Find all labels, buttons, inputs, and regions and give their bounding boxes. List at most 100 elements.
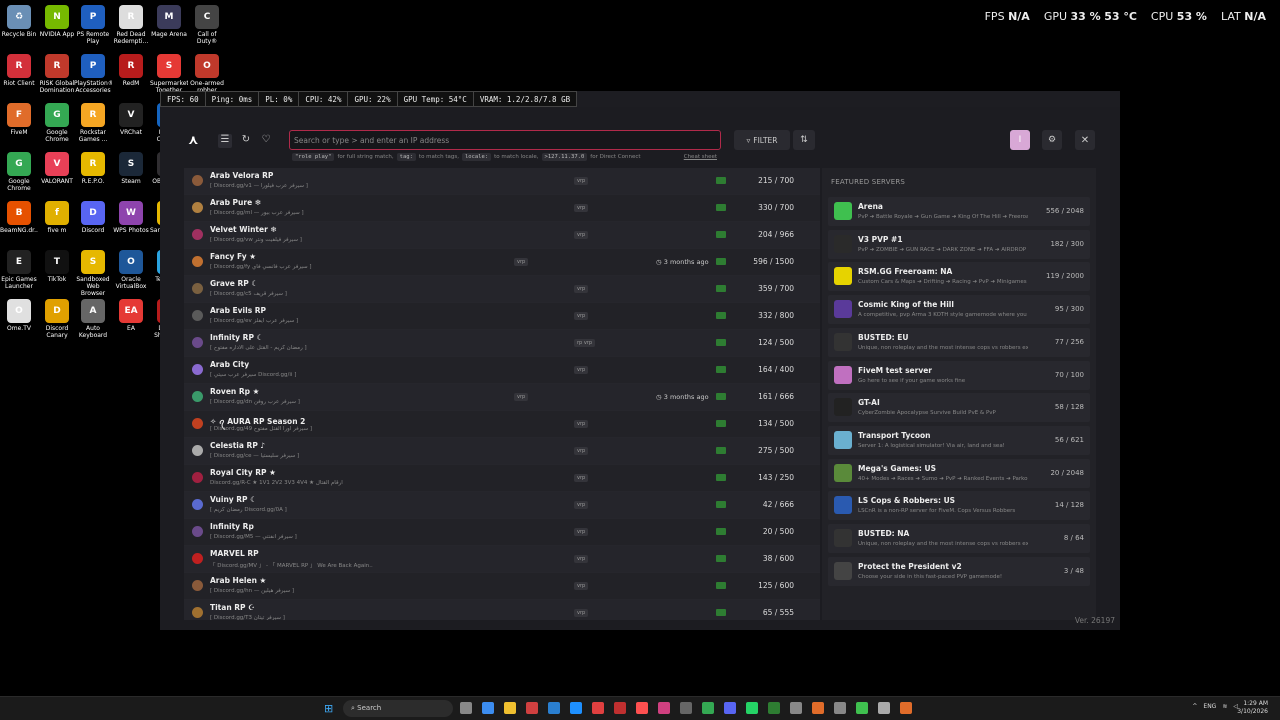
taskbar-app-icon[interactable] [878, 702, 890, 714]
featured-server-row[interactable]: Protect the President v2 Choose your side… [828, 556, 1090, 586]
taskbar-app-icon[interactable] [592, 702, 604, 714]
desktop-icon[interactable]: S Steam [112, 152, 150, 185]
desktop-icon[interactable]: A Auto Keyboard [74, 299, 112, 339]
desktop-icon[interactable]: P PS Remote Play [74, 5, 112, 45]
featured-server-row[interactable]: Transport Tycoon Server 1: A logistical s… [828, 425, 1090, 455]
taskbar-app-icon[interactable] [658, 702, 670, 714]
ping-indicator-icon [716, 420, 726, 427]
server-row[interactable]: Celestia RP ♪ [ Discord.gg/ce — سيرفر سلي… [184, 438, 820, 465]
taskbar-app-icon[interactable] [482, 702, 494, 714]
history-icon[interactable]: ↻ [239, 134, 253, 148]
taskbar-app-icon[interactable] [812, 702, 824, 714]
sort-button[interactable]: ⇅ [793, 130, 815, 150]
desktop-icon[interactable]: M Mage Arena [150, 5, 188, 38]
taskbar-app-icon[interactable] [526, 702, 538, 714]
featured-server-row[interactable]: Cosmic King of the Hill A competitive, pv… [828, 295, 1090, 325]
menu-icon[interactable]: ☰ [218, 134, 232, 148]
taskbar-app-icon[interactable] [504, 702, 516, 714]
desktop-icon[interactable]: O Oracle VirtualBox [112, 250, 150, 290]
server-row[interactable]: Arab Pure ❄ [ Discord.gg/ml — سيرفر عرب ب… [184, 195, 820, 222]
featured-server-row[interactable]: RSM.GG Freeroam: NA Custom Cars & Maps ➔ … [828, 262, 1090, 292]
fivem-logo-icon[interactable]: ⋏ [188, 133, 199, 148]
taskbar-app-icon[interactable] [834, 702, 846, 714]
desktop-icon[interactable]: V VALORANT [38, 152, 76, 185]
taskbar-app-icon[interactable] [856, 702, 868, 714]
desktop-icon[interactable]: R RISK Global Domination [38, 54, 76, 94]
desktop-icon[interactable]: f five m [38, 201, 76, 234]
desktop-icon[interactable]: B BeamNG.dr... [0, 201, 38, 234]
server-row[interactable]: Arab Helen ★ [ Discord.gg/hn — سيرفر هيلي… [184, 573, 820, 600]
desktop-icon[interactable]: R R.E.P.O. [74, 152, 112, 185]
desktop-icon[interactable]: R Rockstar Games ... [74, 103, 112, 143]
featured-server-row[interactable]: LS Cops & Robbers: US LSCnR is a non-RP s… [828, 491, 1090, 521]
desktop-icon[interactable]: R Red Dead Redempti... [112, 5, 150, 45]
desktop-icon[interactable]: V VRChat [112, 103, 150, 136]
featured-server-row[interactable]: Mega's Games: US 40+ Modes ➔ Races ➔ Sumo… [828, 458, 1090, 488]
server-row[interactable]: MARVEL RP 「 Discord.gg/MV 」 - 「 MARVEL RP… [184, 546, 820, 573]
taskbar-app-icon[interactable] [702, 702, 714, 714]
taskbar-app-icon[interactable] [724, 702, 736, 714]
featured-server-row[interactable]: FiveM test server Go here to see if your … [828, 360, 1090, 390]
taskbar-app-icon[interactable] [680, 702, 692, 714]
desktop-icon[interactable]: D Discord [74, 201, 112, 234]
desktop-icon[interactable]: R RedM [112, 54, 150, 87]
taskbar-app-icon[interactable] [790, 702, 802, 714]
text-cursor-button[interactable]: I [1010, 130, 1030, 150]
taskbar-app-icon[interactable] [614, 702, 626, 714]
start-button[interactable]: ⊞ [324, 702, 337, 715]
server-row[interactable]: Infinity Rp [ Discord.gg/M5 — سيرفر انفنت… [184, 519, 820, 546]
desktop-icon[interactable]: F FiveM [0, 103, 38, 136]
server-row[interactable]: Grave RP ☾ [ Discord.gg/c5 سيرفر قريف ] vr… [184, 276, 820, 303]
server-row[interactable]: ✧ ꪖ AURA RP Season 2[ Discord.gg/49 سيرف… [184, 411, 820, 438]
cheat-sheet-link[interactable]: Cheat sheet [684, 154, 717, 160]
chevron-up-icon[interactable]: ^ [1192, 703, 1197, 710]
desktop-icon[interactable]: R Riot Client [0, 54, 38, 87]
taskbar-app-icon[interactable] [900, 702, 912, 714]
search-input[interactable]: Search or type > and enter an IP address [289, 130, 721, 150]
taskbar-search[interactable]: ⌕ Search [343, 700, 453, 717]
featured-server-row[interactable]: GT-AI CyberZombie Apocalypse Survive Buil… [828, 393, 1090, 423]
taskbar-app-icon[interactable] [548, 702, 560, 714]
desktop-icon[interactable]: ♻ Recycle Bin [0, 5, 38, 38]
desktop-icon[interactable]: E Epic Games Launcher [0, 250, 38, 290]
favorites-icon[interactable]: ♡ [259, 134, 273, 148]
desktop-icon[interactable]: N NVIDIA App [38, 5, 76, 38]
server-row[interactable]: Arab Velora RP [ Discord.gg/v1 — سيرفر عر… [184, 168, 820, 195]
filter-button[interactable]: ▿ FILTER [734, 130, 790, 150]
desktop-icon[interactable]: D Discord Canary [38, 299, 76, 339]
desktop-icon[interactable]: EA EA [112, 299, 150, 332]
desktop-icon[interactable]: O Ome.TV [0, 299, 38, 332]
server-row[interactable]: Arab Evils RP [ Discord.gg/ev سيرفر عرب ا… [184, 303, 820, 330]
desktop-icon[interactable]: S Sandboxed Web Browser [74, 250, 112, 297]
server-row[interactable]: Velvet Winter ❄ [ Discord.gg/vw سيرفر فيل… [184, 222, 820, 249]
desktop-icon[interactable]: C Call of Duty® [188, 5, 226, 45]
server-row[interactable]: Royal City RP ★ Discord.gg/R-C ★ 1V1 2V2 … [184, 465, 820, 492]
settings-button[interactable]: ⚙ [1042, 130, 1062, 150]
server-row[interactable]: Vuiny RP ☾ [ رمضان كريم Discord.gg/0A ] vr… [184, 492, 820, 519]
desktop-icon[interactable]: W WPS Photos [112, 201, 150, 234]
featured-server-row[interactable]: V3 PVP #1 PvP ➔ ZOMBIE ➔ GUN RACE ➔ DARK … [828, 229, 1090, 259]
featured-server-row[interactable]: Arena PvP ➔ Battle Royale ➔ Gun Game ➔ Ki… [828, 197, 1090, 226]
close-button[interactable]: ✕ [1075, 130, 1095, 150]
server-row[interactable]: Fancy Fy ★ [ Discord.gg/fy سيرفر عرب فانس… [184, 249, 820, 276]
taskbar-app-icon[interactable] [460, 702, 472, 714]
featured-server-row[interactable]: BUSTED: EU Unique, non roleplay and the m… [828, 327, 1090, 357]
wifi-icon[interactable]: ≋ [1222, 703, 1227, 710]
taskbar-app-icon[interactable] [636, 702, 648, 714]
desktop-icon[interactable]: P PlayStation® Accessories [74, 54, 112, 94]
server-row[interactable]: Arab City [ سيرفر عرب سيتي Discord.gg/ii … [184, 357, 820, 384]
desktop-icon[interactable]: SSupermarket Together [150, 54, 188, 94]
lang-indicator[interactable]: ENG [1203, 703, 1216, 710]
desktop-icon[interactable]: OOne-armed robber [188, 54, 226, 94]
server-row[interactable]: Roven Rp ★ [ Discord.gg/dn سيرفر عرب روفن… [184, 384, 820, 411]
clock[interactable]: 1:29 AM 3/10/2026 [1237, 700, 1268, 716]
desktop-icon[interactable]: G Google Chrome [0, 152, 38, 192]
server-row[interactable]: Titan RP ☪ [ Discord.gg/T3 سيرفر تيتان ] v… [184, 600, 820, 620]
taskbar-app-icon[interactable] [570, 702, 582, 714]
taskbar-app-icon[interactable] [768, 702, 780, 714]
desktop-icon[interactable]: T TikTok [38, 250, 76, 283]
featured-server-row[interactable]: BUSTED: NA Unique, non roleplay and the m… [828, 524, 1090, 553]
server-row[interactable]: Infinity RP ☾ [ رمضان كريم - القتل على ال… [184, 330, 820, 357]
taskbar-app-icon[interactable] [746, 702, 758, 714]
desktop-icon[interactable]: G Google Chrome [38, 103, 76, 143]
